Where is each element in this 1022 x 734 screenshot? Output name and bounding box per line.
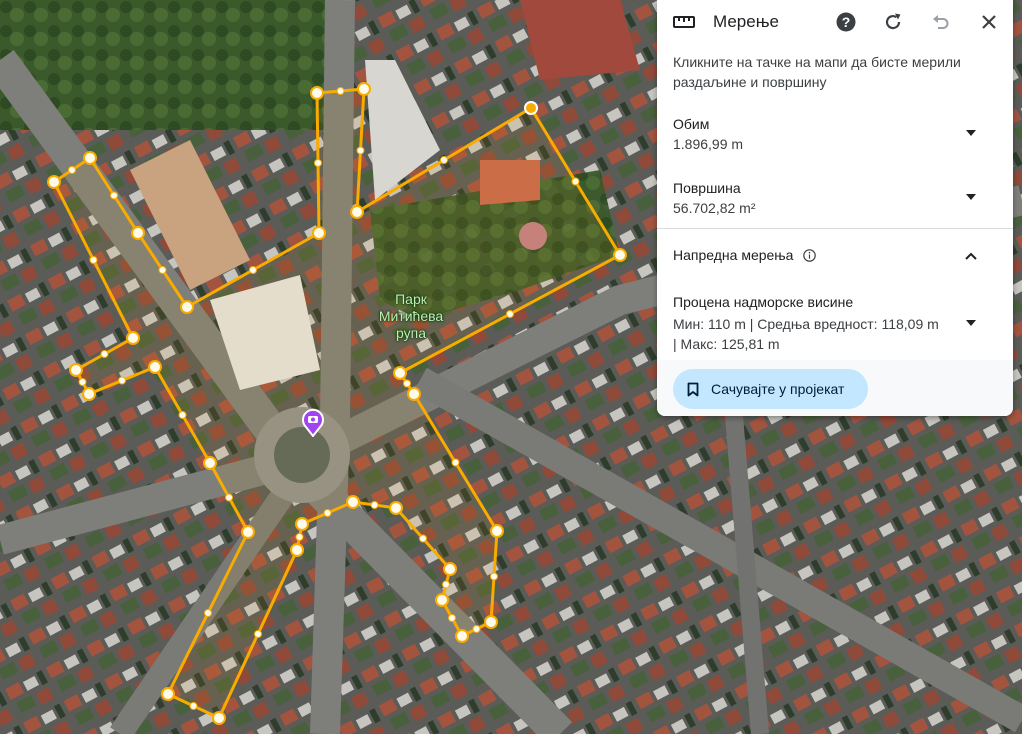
panel-title: Мерење bbox=[713, 12, 779, 31]
measure-vertex[interactable] bbox=[290, 543, 304, 557]
area-value: 56.702,82 m² bbox=[673, 200, 756, 216]
measure-midpoint[interactable] bbox=[110, 191, 118, 200]
area-row[interactable]: Површина 56.702,82 m² bbox=[657, 178, 1013, 222]
measure-midpoint[interactable] bbox=[419, 534, 427, 543]
measure-vertex[interactable] bbox=[490, 524, 504, 538]
perimeter-label: Обим bbox=[673, 116, 710, 132]
chevron-up-icon bbox=[965, 252, 977, 260]
elevation-value: Мин: 110 m | Средња вредност: 118,09 m |… bbox=[673, 316, 939, 352]
park-label: Парк Митићева рупа bbox=[378, 291, 444, 341]
bookmark-icon bbox=[687, 382, 699, 396]
measure-midpoint[interactable] bbox=[356, 146, 365, 155]
measurement-panel: Мерење ? Кликните на тачке на мапи да би… bbox=[657, 0, 1013, 416]
save-to-project-label: Сачувајте у пројекат bbox=[711, 381, 845, 397]
measure-midpoint[interactable] bbox=[448, 614, 456, 622]
measure-vertex[interactable] bbox=[161, 687, 175, 701]
area-label: Површина bbox=[673, 180, 741, 196]
measure-midpoint[interactable] bbox=[68, 166, 76, 174]
measure-midpoint[interactable] bbox=[78, 378, 87, 386]
close-icon bbox=[982, 15, 996, 29]
measure-vertex[interactable] bbox=[295, 517, 309, 531]
help-button[interactable]: ? bbox=[834, 10, 858, 34]
perimeter-value: 1.896,99 m bbox=[673, 136, 744, 152]
measure-midpoint[interactable] bbox=[314, 159, 322, 167]
info-icon[interactable] bbox=[803, 249, 816, 262]
measure-midpoint[interactable] bbox=[204, 609, 212, 617]
measure-midpoint[interactable] bbox=[571, 177, 580, 186]
elevation-label: Процена надморске висине bbox=[673, 294, 854, 310]
measure-vertex[interactable] bbox=[212, 711, 226, 725]
close-button[interactable] bbox=[977, 10, 1001, 34]
measure-vertex[interactable] bbox=[312, 226, 326, 240]
advanced-measurements-label: Напредна мерења bbox=[673, 247, 794, 263]
measure-midpoint[interactable] bbox=[336, 87, 345, 95]
chevron-down-icon bbox=[966, 130, 976, 136]
measure-vertex[interactable] bbox=[357, 82, 371, 96]
ruler-icon bbox=[673, 16, 695, 28]
measure-vertex[interactable] bbox=[241, 525, 255, 539]
measure-midpoint[interactable] bbox=[189, 702, 198, 710]
measure-vertex[interactable] bbox=[69, 363, 83, 377]
refresh-icon bbox=[885, 13, 901, 30]
measure-vertex[interactable] bbox=[389, 501, 403, 515]
measure-vertex[interactable] bbox=[613, 248, 627, 262]
measure-midpoint[interactable] bbox=[118, 376, 126, 385]
measure-vertex[interactable] bbox=[435, 593, 449, 607]
save-to-project-button[interactable]: Сачувајте у пројекат bbox=[673, 369, 868, 409]
measure-vertex[interactable] bbox=[484, 615, 498, 629]
measure-midpoint[interactable] bbox=[440, 156, 448, 164]
measure-midpoint[interactable] bbox=[442, 580, 450, 589]
measure-vertex[interactable] bbox=[82, 387, 96, 401]
measure-vertex[interactable] bbox=[407, 387, 421, 401]
help-icon: ? bbox=[836, 12, 856, 32]
measure-midpoint[interactable] bbox=[225, 493, 233, 502]
measure-midpoint[interactable] bbox=[490, 572, 498, 581]
perimeter-row[interactable]: Обим 1.896,99 m bbox=[657, 114, 1013, 158]
chevron-down-icon bbox=[966, 320, 976, 326]
measure-midpoint[interactable] bbox=[506, 310, 514, 318]
measure-vertex[interactable] bbox=[180, 300, 194, 314]
measure-midpoint[interactable] bbox=[295, 533, 304, 541]
measure-vertex[interactable] bbox=[83, 151, 97, 165]
measure-vertex[interactable] bbox=[203, 456, 217, 470]
measure-vertex[interactable] bbox=[524, 101, 538, 115]
undo-button[interactable] bbox=[929, 10, 953, 34]
panel-footer: Сачувајте у пројекат bbox=[657, 360, 1013, 416]
measure-vertex[interactable] bbox=[47, 175, 61, 189]
measure-midpoint[interactable] bbox=[158, 266, 167, 274]
section-divider bbox=[657, 228, 1013, 229]
refresh-button[interactable] bbox=[881, 10, 905, 34]
measure-vertex[interactable] bbox=[393, 366, 407, 380]
measure-midpoint[interactable] bbox=[323, 509, 332, 517]
chevron-down-icon bbox=[966, 194, 976, 200]
instructions-text: Кликните на тачке на мапи да бисте мерил… bbox=[673, 54, 961, 90]
measure-midpoint[interactable] bbox=[254, 630, 262, 638]
measure-midpoint[interactable] bbox=[100, 350, 109, 358]
measure-vertex[interactable] bbox=[350, 205, 364, 219]
measure-vertex[interactable] bbox=[346, 495, 360, 509]
measure-midpoint[interactable] bbox=[178, 411, 187, 419]
measure-midpoint[interactable] bbox=[89, 256, 98, 264]
measure-vertex[interactable] bbox=[148, 360, 162, 374]
measure-vertex[interactable] bbox=[455, 629, 469, 643]
measure-vertex[interactable] bbox=[131, 226, 145, 240]
svg-text:?: ? bbox=[842, 14, 851, 30]
measure-vertex[interactable] bbox=[126, 331, 140, 345]
undo-icon bbox=[933, 15, 949, 29]
panel-header: Мерење ? bbox=[657, 0, 1013, 44]
measure-midpoint[interactable] bbox=[249, 266, 257, 274]
photo-pin-icon[interactable] bbox=[300, 407, 326, 438]
measure-vertex[interactable] bbox=[443, 562, 457, 576]
measure-midpoint[interactable] bbox=[370, 501, 379, 509]
measure-vertex[interactable] bbox=[310, 86, 324, 100]
measure-midpoint[interactable] bbox=[472, 625, 481, 633]
measure-midpoint[interactable] bbox=[451, 458, 460, 467]
measure-midpoint[interactable] bbox=[403, 379, 411, 388]
